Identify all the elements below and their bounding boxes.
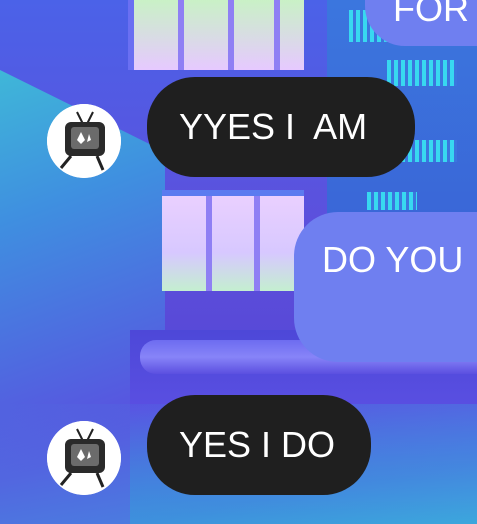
message-text: YES I DO: [179, 424, 336, 465]
message-text: YYES I AM: [179, 106, 368, 147]
tv-character-avatar-icon: [47, 104, 121, 178]
outgoing-message-bubble[interactable]: DO YOU: [294, 212, 477, 362]
sender-avatar[interactable]: [47, 421, 121, 495]
message-text: DO YOU: [322, 239, 464, 280]
incoming-message-bubble[interactable]: YYES I AM: [147, 77, 415, 177]
incoming-message-bubble[interactable]: YES I DO: [147, 395, 371, 495]
background-window: [162, 190, 304, 291]
tv-character-avatar-icon: [47, 421, 121, 495]
background-window: [128, 0, 304, 70]
outgoing-message-bubble[interactable]: FOR: [365, 0, 477, 46]
sender-avatar[interactable]: [47, 104, 121, 178]
message-text: FOR: [393, 0, 469, 29]
